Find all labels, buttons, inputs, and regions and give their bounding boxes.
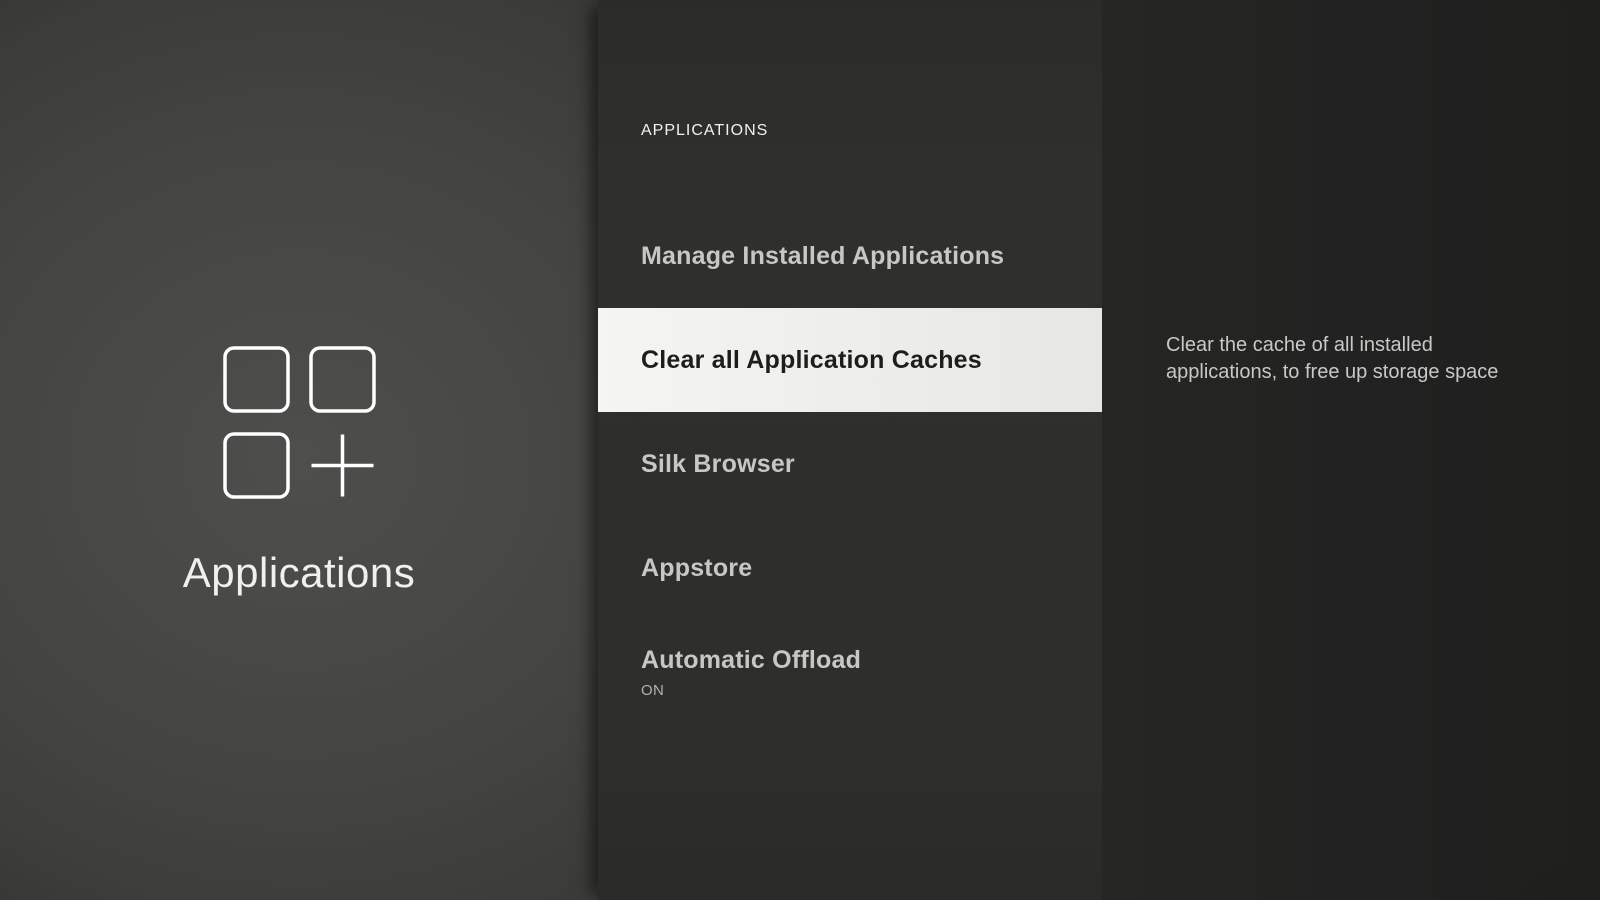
menu-item-manage-installed-applications[interactable]: Manage Installed Applications xyxy=(598,204,1102,308)
menu-item-clear-all-application-caches[interactable]: Clear all Application Caches xyxy=(598,308,1102,412)
category-identity: Applications xyxy=(0,346,598,597)
category-title: Applications xyxy=(183,549,415,597)
menu-item-silk-browser[interactable]: Silk Browser xyxy=(598,412,1102,516)
menu-list: Manage Installed Applications Clear all … xyxy=(598,204,1102,724)
menu-item-label: Silk Browser xyxy=(641,450,1082,479)
apps-grid-plus-icon xyxy=(223,346,376,499)
detail-panel: Clear the cache of all installed applica… xyxy=(1102,0,1600,900)
category-panel: Applications xyxy=(0,0,598,900)
menu-item-appstore[interactable]: Appstore xyxy=(598,516,1102,620)
automatic-offload-value: ON xyxy=(641,682,1082,699)
menu-item-label: Manage Installed Applications xyxy=(641,242,1082,271)
menu-item-label: Automatic Offload xyxy=(641,646,1082,675)
menu-item-automatic-offload[interactable]: Automatic Offload ON xyxy=(598,620,1102,724)
settings-menu-panel: APPLICATIONS Manage Installed Applicatio… xyxy=(598,0,1102,900)
menu-item-label: Clear all Application Caches xyxy=(641,346,1082,375)
menu-section-header: APPLICATIONS xyxy=(641,122,768,140)
fire-tv-settings-screen: Applications APPLICATIONS Manage Install… xyxy=(0,0,1600,900)
item-description: Clear the cache of all installed applica… xyxy=(1166,332,1518,386)
menu-item-label: Appstore xyxy=(641,554,1082,583)
